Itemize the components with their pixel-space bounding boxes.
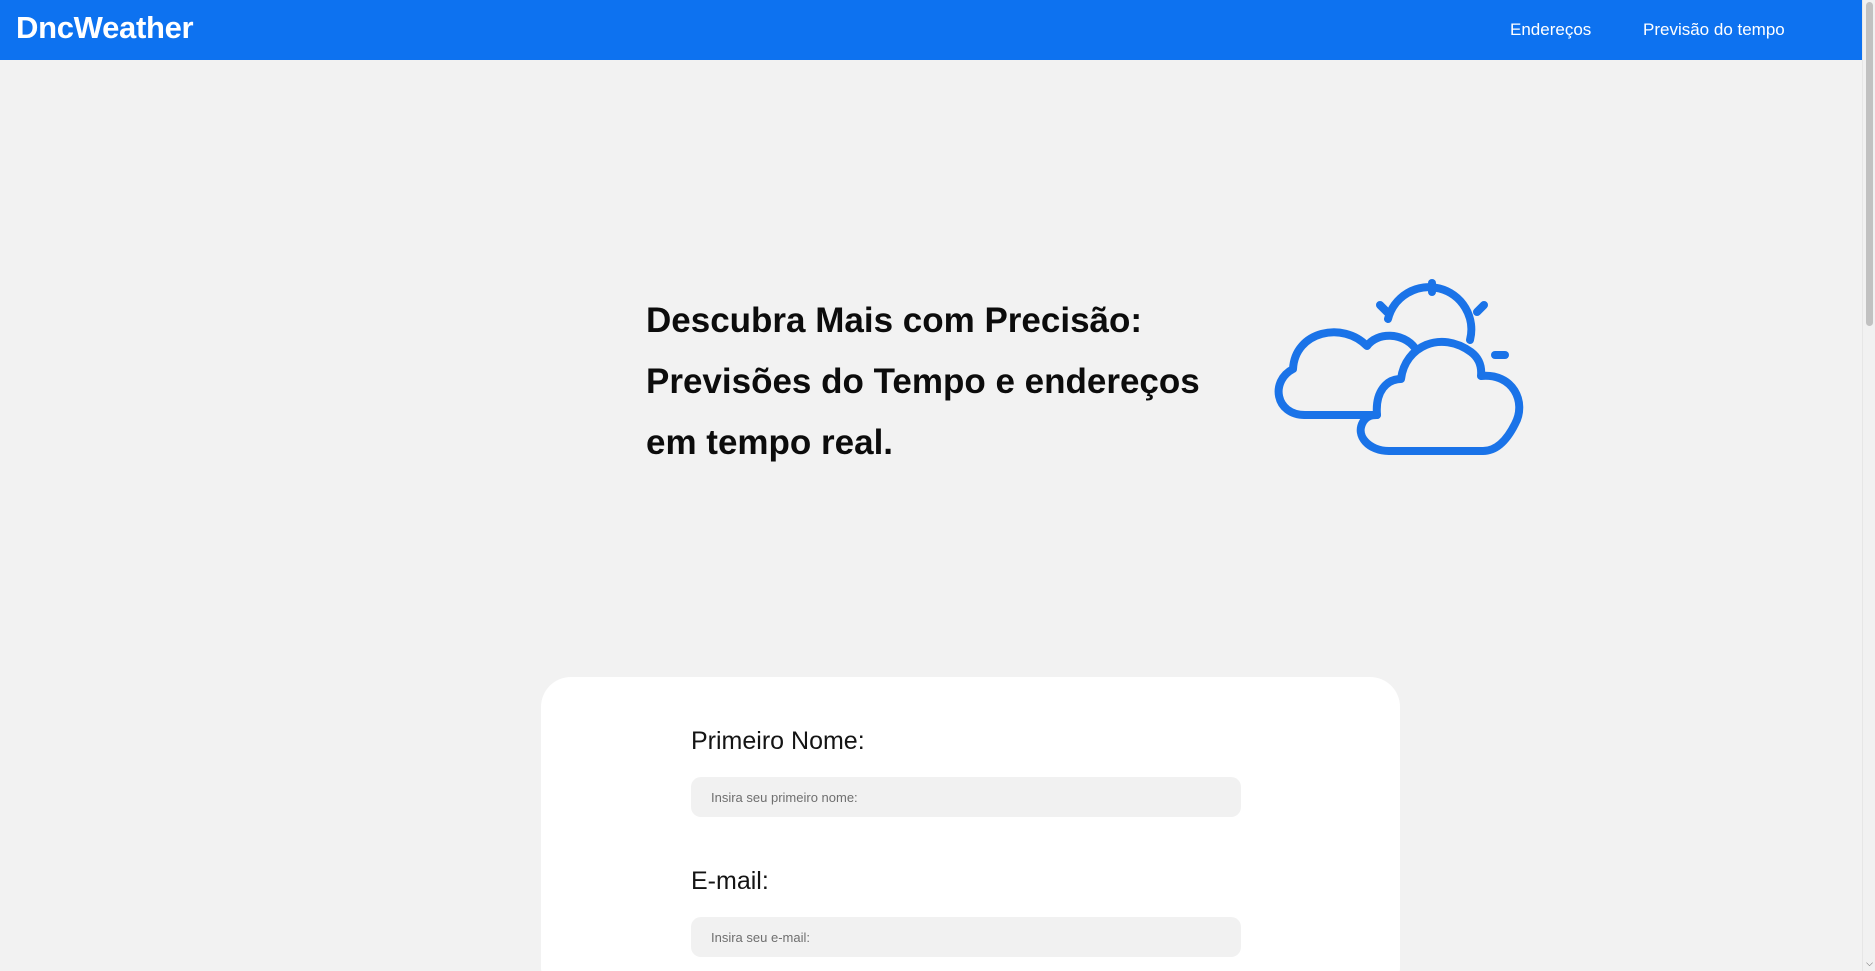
nav-link-previsao-do-tempo[interactable]: Previsão do tempo: [1643, 20, 1785, 40]
nav-link-enderecos[interactable]: Endereços: [1510, 20, 1591, 40]
top-navbar: DncWeather Endereços Previsão do tempo: [0, 0, 1862, 60]
email-input[interactable]: [691, 917, 1241, 957]
first-name-input[interactable]: [691, 777, 1241, 817]
vertical-scrollbar[interactable]: ⌵: [1862, 0, 1875, 971]
hero-title-line: Previsões do Tempo e endereços: [646, 362, 1200, 401]
partly-cloudy-icon: [1274, 279, 1524, 455]
first-name-label: Primeiro Nome:: [691, 727, 865, 755]
hero-title: Descubra Mais com Precisão: Previsões do…: [646, 290, 1246, 473]
hero-title-line: Descubra Mais com Precisão:: [646, 301, 1143, 340]
scroll-down-arrow-icon[interactable]: ⌵: [1865, 959, 1874, 968]
scrollbar-thumb[interactable]: [1866, 2, 1873, 326]
page: DncWeather Endereços Previsão do tempo D…: [0, 0, 1875, 971]
signup-form-card: Primeiro Nome: E-mail:: [541, 677, 1400, 971]
email-label: E-mail:: [691, 867, 769, 895]
hero-title-line: em tempo real.: [646, 423, 894, 462]
brand-logo[interactable]: DncWeather: [16, 10, 194, 46]
